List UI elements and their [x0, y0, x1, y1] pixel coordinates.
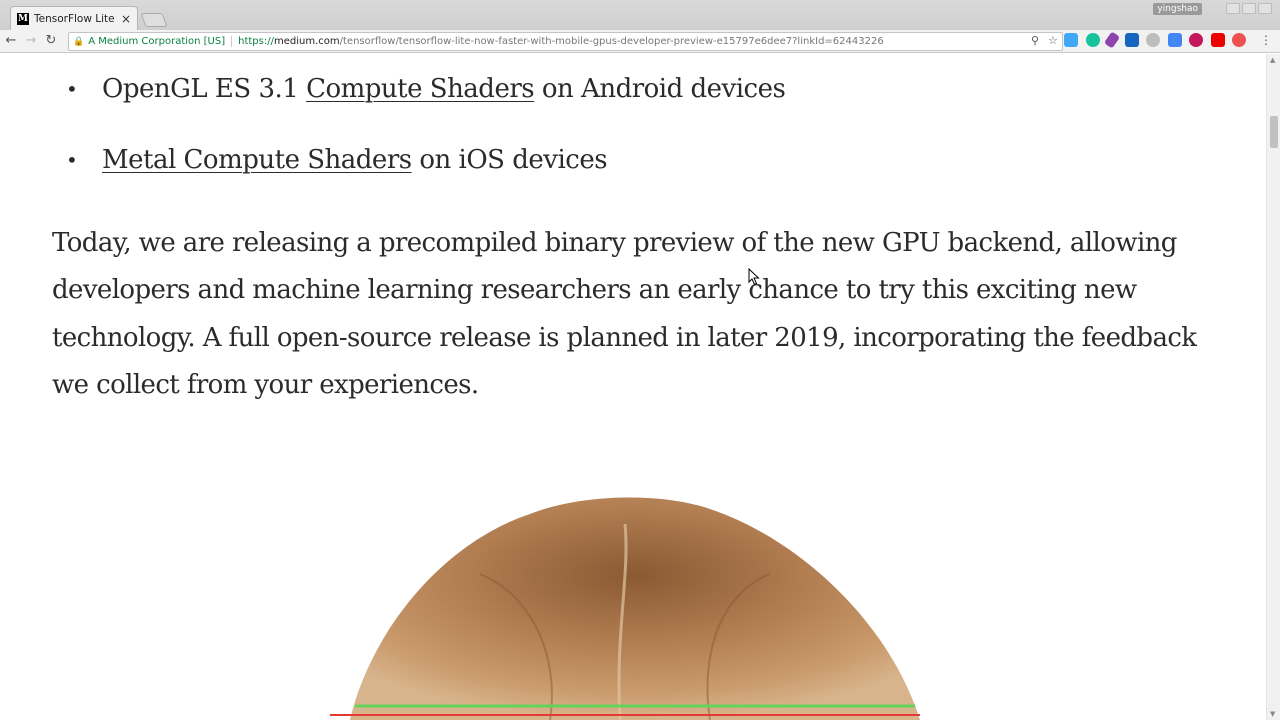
page-scrollbar[interactable]: ▲ ▼	[1266, 54, 1280, 720]
profile-name[interactable]: yingshao	[1153, 3, 1202, 15]
address-bar[interactable]: 🔒 A Medium Corporation [US] https://medi…	[68, 32, 1063, 51]
extension-icons	[1064, 31, 1254, 49]
bullet-list: • OpenGL ES 3.1 Compute Shaders on Andro…	[52, 67, 786, 209]
grammarly-icon[interactable]	[1085, 33, 1100, 47]
circle-extension-icon[interactable]	[1146, 33, 1160, 47]
scroll-down-arrow-icon[interactable]: ▼	[1270, 710, 1275, 718]
twitter-extension-icon[interactable]	[1064, 33, 1078, 47]
metal-compute-shaders-link[interactable]: Metal Compute Shaders	[102, 145, 412, 175]
scrollbar-thumb[interactable]	[1270, 116, 1278, 148]
browser-menu-icon[interactable]: ⋮	[1260, 33, 1272, 47]
window-close-button[interactable]	[1258, 3, 1272, 14]
translate-icon[interactable]	[1167, 33, 1182, 47]
browser-tab[interactable]: M TensorFlow Lite Now F ×	[10, 6, 138, 30]
scroll-up-arrow-icon[interactable]: ▲	[1270, 56, 1275, 64]
forward-icon[interactable]: →	[22, 32, 40, 50]
mouse-cursor-icon	[748, 268, 760, 286]
article-paragraph: Today, we are releasing a precompiled bi…	[52, 228, 1197, 400]
bullet-text: on Android devices	[534, 74, 786, 104]
list-item: • OpenGL ES 3.1 Compute Shaders on Andro…	[52, 67, 786, 138]
bullet-text: OpenGL ES 3.1	[102, 74, 307, 104]
browser-titlebar: M TensorFlow Lite Now F × yingshao	[0, 0, 1280, 30]
bullet-text: on iOS devices	[411, 145, 608, 175]
reload-icon[interactable]: ↻	[42, 32, 60, 50]
bullet-dot: •	[66, 77, 78, 101]
url-host: medium.com	[273, 36, 340, 47]
window-minimize-button[interactable]	[1226, 3, 1240, 14]
bullet-dot: •	[66, 148, 78, 172]
url-path: /tensorflow/tensorflow-lite-now-faster-w…	[339, 36, 884, 47]
window-maximize-button[interactable]	[1242, 3, 1256, 14]
article-content: • OpenGL ES 3.1 Compute Shaders on Andro…	[0, 54, 1266, 720]
bookmark-star-icon[interactable]: ☆	[1048, 34, 1058, 47]
back-icon[interactable]: ←	[2, 32, 20, 50]
url-protocol: https://	[238, 36, 274, 47]
profile-extension-icon[interactable]	[1232, 33, 1246, 47]
compute-shaders-link[interactable]: Compute Shaders	[306, 74, 535, 104]
lock-icon[interactable]: 🔒	[73, 37, 84, 47]
new-tab-button[interactable]	[140, 13, 168, 27]
save-extension-icon[interactable]	[1124, 33, 1139, 47]
list-item: • Metal Compute Shaders on iOS devices	[52, 138, 785, 209]
medium-favicon-icon: M	[17, 12, 29, 25]
youtube-extension-icon[interactable]	[1210, 33, 1225, 47]
url-text[interactable]: https://medium.com/tensorflow/tensorflow…	[238, 36, 884, 47]
record-extension-icon[interactable]	[1189, 33, 1203, 47]
tab-title: TensorFlow Lite Now F	[34, 12, 119, 25]
tab-close-icon[interactable]: ×	[119, 12, 133, 26]
article-image	[330, 497, 920, 720]
zoom-icon[interactable]: ⚲	[1031, 34, 1039, 47]
pen-extension-icon[interactable]	[1103, 31, 1121, 49]
security-label[interactable]: A Medium Corporation [US]	[88, 36, 233, 47]
